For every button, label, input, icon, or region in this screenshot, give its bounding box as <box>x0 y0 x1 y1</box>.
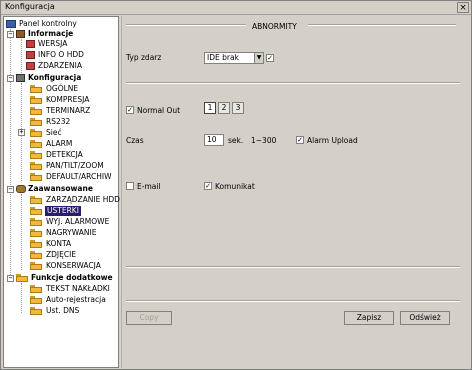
time-range: 1~300 <box>251 136 277 145</box>
event-type-label: Typ zdarz <box>126 53 162 62</box>
tree-item-label: INFO O HDD <box>38 50 84 59</box>
normal-out-label: Normal Out <box>137 106 181 115</box>
refresh-button[interactable]: Odśwież <box>400 311 450 325</box>
tree-item-label: NAGRYWANIE <box>46 228 97 237</box>
tree-item-label: Auto-rejestracja <box>46 295 106 304</box>
config-window: Konfiguracja × Panel kontrolny − Informa… <box>0 0 472 370</box>
document-icon <box>26 62 35 70</box>
tree-item-label: Sieć <box>46 128 62 137</box>
folder-icon <box>30 85 42 93</box>
folder-icon <box>30 207 42 215</box>
tree-item-label-selected: USTERKI <box>45 206 81 216</box>
tree-group-label: Konfiguracja <box>28 73 82 82</box>
tree-item-label: OGÓLNE <box>46 84 79 93</box>
normal-out-checkbox[interactable]: ✓ <box>126 106 134 114</box>
output-2-button[interactable]: 2 <box>218 102 230 114</box>
separator <box>126 266 460 268</box>
separator <box>126 300 460 302</box>
separator <box>308 24 456 26</box>
alarm-upload-checkbox[interactable]: ✓ <box>296 136 304 144</box>
tree-item-label: PAN/TILT/ZOOM <box>46 161 104 170</box>
time-unit: sek. <box>228 136 244 145</box>
tree-line <box>10 29 11 279</box>
tree-item-label: DEFAULT/ARCHIW <box>46 172 112 181</box>
tree-item-label: ALARM <box>46 139 73 148</box>
tree-line <box>21 194 22 270</box>
folder-icon <box>30 251 42 259</box>
separator <box>126 24 246 26</box>
info-group-icon <box>16 30 25 38</box>
folder-icon <box>30 140 42 148</box>
folder-icon <box>30 307 42 315</box>
email-label: E-mail <box>137 182 161 191</box>
tree-group-label: Funkcje dodatkowe <box>31 273 113 282</box>
tree-item-label: Ust. DNS <box>46 306 80 315</box>
chevron-down-icon[interactable]: ▼ <box>254 53 263 63</box>
event-type-value: IDE brak <box>207 53 239 62</box>
event-type-select[interactable]: IDE brak ▼ <box>204 52 264 64</box>
tools-icon <box>16 74 25 82</box>
document-icon <box>26 40 35 48</box>
tree-item-label: KOMPRESJA <box>46 95 90 104</box>
folder-icon <box>30 129 42 137</box>
folder-icon <box>30 151 42 159</box>
close-icon[interactable]: × <box>457 2 469 13</box>
output-3-button[interactable]: 3 <box>232 102 244 114</box>
tree-item-label: WERSJA <box>38 39 68 48</box>
event-enabled-checkbox[interactable]: ✓ <box>266 54 274 62</box>
email-checkbox[interactable] <box>126 182 134 190</box>
folder-icon <box>30 262 42 270</box>
expand-zaawansowane-icon[interactable]: − <box>7 186 14 193</box>
folder-icon <box>30 173 42 181</box>
folder-icon <box>30 162 42 170</box>
folder-icon <box>30 240 42 248</box>
document-icon <box>26 51 35 59</box>
expand-funkcje-icon[interactable]: − <box>7 275 14 282</box>
tree-item-label: KONTA <box>46 239 72 248</box>
tree-item-label: ZDARZENIA <box>38 61 82 70</box>
message-checkbox[interactable]: ✓ <box>204 182 212 190</box>
output-1-button[interactable]: 1 <box>204 102 216 114</box>
monitor-icon <box>6 20 16 28</box>
tree-item-label: TERMINARZ <box>46 106 91 115</box>
tree-line <box>21 39 22 75</box>
tree-item-label: KONSERWACJA <box>46 261 101 270</box>
alarm-upload-label: Alarm Upload <box>307 136 358 145</box>
separator <box>126 82 460 84</box>
folder-icon <box>30 296 42 304</box>
section-title: ABNORMITY <box>252 22 297 31</box>
folder-icon <box>30 285 42 293</box>
tree-item-label: TEKST NAKŁADKI <box>46 284 110 293</box>
tree-group-label: Zaawansowane <box>28 184 93 193</box>
folder-icon <box>30 107 42 115</box>
tree-group-label: Informacje <box>28 29 74 38</box>
window-title: Konfiguracja <box>5 2 55 11</box>
title-bar: Konfiguracja × <box>1 1 471 15</box>
save-button[interactable]: Zapisz <box>344 311 394 325</box>
expand-konfiguracja-icon[interactable]: − <box>7 75 14 82</box>
tree-item-label: ZARZĄDZANIE HDD <box>46 195 120 204</box>
navigation-tree: Panel kontrolny − Informacje WERSJA INFO… <box>3 16 120 368</box>
tree-item-label: DETEKCJA <box>46 150 83 159</box>
tree-root-label: Panel kontrolny <box>19 19 77 28</box>
message-label: Komunikat <box>215 182 255 191</box>
tree-item-label: ZDJĘCIE <box>46 250 77 259</box>
folder-icon <box>30 196 42 204</box>
expand-siec-icon[interactable]: + <box>18 129 25 136</box>
folder-icon <box>16 274 28 282</box>
folder-icon <box>30 218 42 226</box>
folder-icon <box>30 118 42 126</box>
time-input[interactable]: 10 <box>204 134 224 146</box>
folder-icon <box>30 229 42 237</box>
folder-icon <box>30 96 42 104</box>
expand-informacje-icon[interactable]: − <box>7 31 14 38</box>
copy-button[interactable]: Copy <box>126 311 172 325</box>
tree-item-label: WYJ. ALARMOWE <box>46 217 110 226</box>
time-label: Czas <box>126 136 144 145</box>
tree-item-label: RS232 <box>46 117 71 126</box>
advanced-icon <box>16 185 26 193</box>
tree-line <box>21 283 22 313</box>
settings-panel: ABNORMITY Typ zdarz IDE brak ▼ ✓ ✓ Norma… <box>121 16 471 368</box>
